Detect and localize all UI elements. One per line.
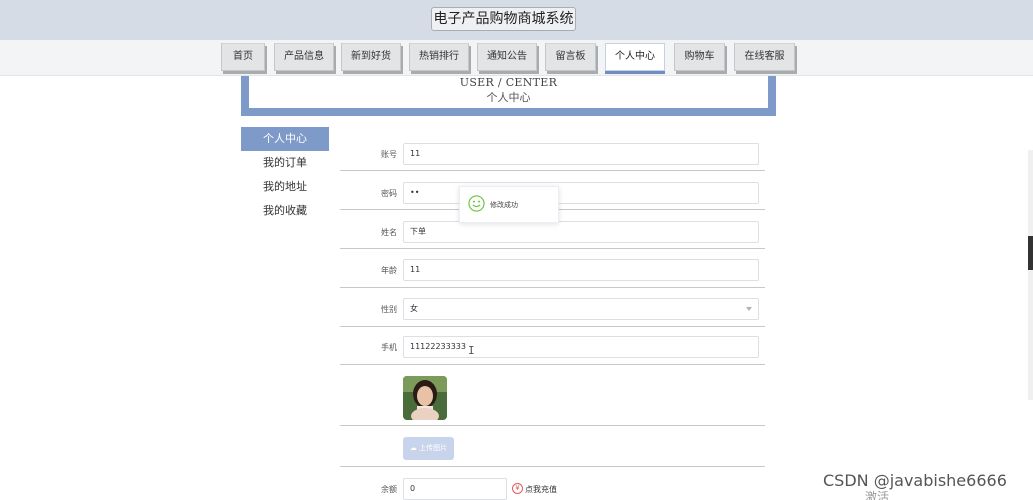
nav-cart[interactable]: 购物车 [674, 43, 725, 71]
age-input[interactable]: 11 [403, 259, 759, 281]
sidebar-item-user-center[interactable]: 个人中心 [241, 127, 329, 151]
age-label: 年龄 [381, 266, 397, 275]
name-input[interactable]: 下单 [403, 221, 759, 243]
cloud-upload-icon: ☁ [409, 444, 417, 452]
phone-input[interactable]: 11122233333 [403, 336, 759, 358]
smile-icon [468, 195, 485, 212]
form-row-age: 年龄 11 [340, 249, 765, 288]
avatar[interactable] [403, 376, 447, 420]
balance-input[interactable]: 0 [403, 478, 507, 500]
upload-image-button[interactable]: ☁ 上传图片 [403, 437, 454, 460]
nav-hot-sales[interactable]: 热销排行 [409, 43, 469, 71]
phone-label: 手机 [381, 343, 397, 352]
watermark: CSDN @javabishe6666 [823, 471, 1007, 490]
section-banner: USER / CENTER 个人中心 [241, 76, 776, 116]
nav-new-arrivals[interactable]: 新到好货 [341, 43, 401, 71]
sidebar-item-addresses[interactable]: 我的地址 [241, 175, 329, 199]
yen-icon[interactable]: ¥ [512, 483, 523, 494]
nav-online-service[interactable]: 在线客服 [734, 43, 795, 71]
form-row-gender: 性别 女 [340, 288, 765, 327]
account-input[interactable]: 11 [403, 143, 759, 165]
banner-title-en: USER / CENTER [459, 76, 558, 89]
upload-button-label: 上传图片 [419, 444, 448, 452]
account-label: 账号 [381, 150, 397, 159]
chevron-down-icon [746, 307, 752, 311]
form-row-phone: 手机 11122233333 [340, 326, 765, 365]
scrollbar-thumb[interactable] [1028, 236, 1033, 270]
password-label: 密码 [381, 189, 397, 198]
password-input[interactable]: •• [403, 182, 759, 204]
site-title: 电子产品购物商城系统 [431, 7, 576, 31]
nav-home[interactable]: 首页 [221, 43, 265, 71]
sidebar-item-favorites[interactable]: 我的收藏 [241, 199, 329, 223]
gender-select[interactable]: 女 [403, 298, 759, 320]
main-nav: 首页 产品信息 新到好货 热销排行 通知公告 留言板 个人中心 购物车 在线客服 [0, 40, 1033, 76]
success-toast: 修改成功 [459, 186, 559, 223]
recharge-link[interactable]: 点我充值 [525, 484, 557, 495]
activate-text: 激活 [865, 490, 890, 500]
page-scrollbar[interactable] [1028, 150, 1033, 400]
sidebar-item-orders[interactable]: 我的订单 [241, 151, 329, 175]
nav-user-center[interactable]: 个人中心 [605, 43, 665, 71]
gender-select-value: 女 [410, 304, 418, 313]
gender-label: 性别 [381, 305, 397, 314]
nav-notices[interactable]: 通知公告 [477, 43, 537, 71]
text-cursor-icon: I [468, 344, 475, 357]
form-row-account: 账号 11 [340, 132, 765, 171]
balance-label: 余额 [381, 485, 397, 494]
nav-products[interactable]: 产品信息 [274, 43, 334, 71]
toast-message: 修改成功 [490, 201, 518, 209]
name-label: 姓名 [381, 228, 397, 237]
banner-title-cn: 个人中心 [486, 91, 531, 104]
top-header: 电子产品购物商城系统 [0, 0, 1033, 40]
nav-message-board[interactable]: 留言板 [545, 43, 596, 71]
